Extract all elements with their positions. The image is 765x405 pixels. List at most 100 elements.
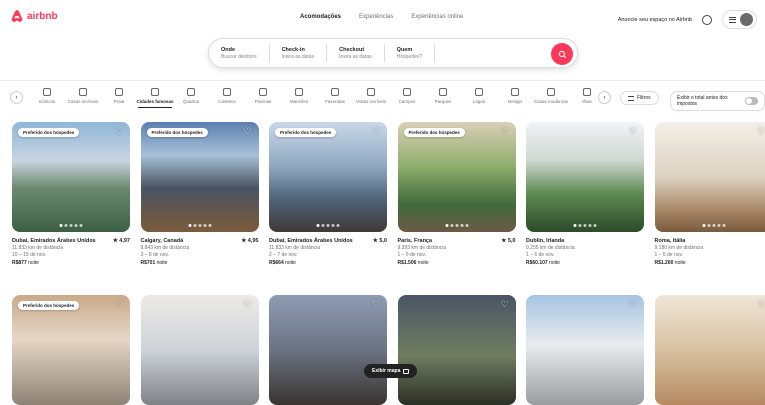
search-field-checkout[interactable]: Checkout Insira as datas — [327, 44, 385, 62]
taxes-toggle-row[interactable]: Exibir o total antes dos impostos — [670, 91, 765, 111]
heart-icon[interactable]: ♡ — [501, 127, 510, 136]
listing-dates: 10 – 15 de nov. — [12, 252, 130, 259]
listing-card[interactable]: Preferido dos hóspedes♡ Dubai, Emirados Á… — [269, 122, 387, 267]
listing-photo[interactable]: ♡ — [269, 295, 387, 405]
listing-title: Calgary, Canadá — [141, 237, 184, 245]
listing-price: R$877 noite — [12, 259, 130, 267]
guest-favorite-badge: Preferido dos hóspedes — [18, 128, 79, 137]
heart-icon[interactable]: ♡ — [758, 127, 765, 136]
top-header: airbnb Acomodações Experiências Experiên… — [0, 0, 765, 38]
heart-icon[interactable]: ♡ — [629, 127, 638, 136]
listing-photo[interactable]: Preferido dos hóspedes♡ — [269, 122, 387, 232]
search-field-label: Onde — [221, 47, 257, 53]
listing-photo[interactable]: ♡ — [655, 295, 765, 405]
listing-photo[interactable]: Preferido dos hóspedes ♡ — [398, 122, 516, 232]
heart-icon[interactable]: ♡ — [758, 300, 765, 309]
heart-icon[interactable]: ♡ — [501, 300, 510, 309]
listing-photo[interactable]: ♡ — [526, 122, 644, 232]
search-button[interactable] — [551, 43, 573, 65]
listing-rating: ★ 5,0 — [501, 237, 515, 245]
listing-photo[interactable]: Preferido dos hóspedes♡ — [141, 122, 259, 232]
category-label: Ilhas — [582, 99, 592, 104]
category-label: Campos — [399, 99, 416, 104]
listing-card[interactable]: ♡ — [526, 295, 644, 405]
category-icon — [475, 88, 483, 96]
taxes-toggle[interactable] — [745, 97, 758, 105]
heart-icon[interactable]: ♡ — [372, 127, 381, 136]
user-menu-button[interactable] — [722, 10, 757, 29]
category-icon — [259, 88, 267, 96]
listing-card[interactable]: Preferido dos hóspedes♡Calgary, Canadá★ … — [141, 122, 259, 267]
listing-card[interactable]: Preferido dos hóspedes ♡ Dubai, Emirados Á… — [12, 122, 130, 267]
listing-title: Paris, França — [398, 237, 433, 245]
listing-info: Paris, França★ 5,09.393 km de distância1… — [398, 237, 516, 267]
listing-price: R$664 noite — [269, 259, 387, 267]
search-field-placeholder: Insira as datas — [282, 54, 315, 60]
map-icon — [403, 369, 409, 374]
show-map-button[interactable]: Exibir mapa — [364, 364, 417, 378]
photo-dots — [317, 224, 340, 227]
category-icon — [367, 88, 375, 96]
listing-price: R$1.506 noite — [398, 259, 516, 267]
listing-dates: 1 – 6 de nov. — [655, 252, 765, 259]
listing-distance: 11.833 km de distância — [12, 245, 130, 252]
listing-photo[interactable]: ♡ — [398, 295, 516, 405]
guest-favorite-badge: Preferido dos hóspedes — [404, 128, 465, 137]
listing-price: R$1.260 noite — [655, 259, 765, 267]
category-next-button[interactable]: › — [598, 91, 611, 104]
listing-distance: 9.255 km de distância — [526, 245, 644, 252]
top-tabs: Acomodações Experiências Experiências on… — [300, 14, 463, 20]
tab-experiences[interactable]: Experiências — [359, 14, 393, 20]
listing-card[interactable]: ♡ — [141, 295, 259, 405]
listing-card[interactable]: ♡ — [655, 295, 765, 405]
chevron-left-icon: ‹ — [16, 95, 18, 101]
listing-photo[interactable]: Preferido dos hóspedes ♡ — [12, 122, 130, 232]
photo-dots — [574, 224, 597, 227]
header-right: Anuncie seu espaço no Airbnb — [618, 10, 757, 29]
listing-card[interactable]: ♡ Roma, Itália9.180 km de distância1 – 6 … — [655, 122, 765, 267]
search-field-label: Checkout — [339, 47, 372, 53]
listing-photo[interactable]: ♡ — [141, 295, 259, 405]
avatar — [740, 13, 753, 26]
heart-icon[interactable]: ♡ — [115, 127, 124, 136]
listing-dates: 1 – 6 de nov. — [398, 252, 516, 259]
listing-info: Dubai, Emirados Árabes Unidos★ 4,9711.83… — [12, 237, 130, 267]
heart-icon[interactable]: ♡ — [244, 300, 253, 309]
category-label: Quartos — [183, 99, 199, 104]
airbnb-logo[interactable]: airbnb — [10, 9, 58, 23]
host-link[interactable]: Anuncie seu espaço no Airbnb — [618, 17, 692, 23]
globe-icon[interactable] — [702, 15, 712, 25]
heart-icon[interactable]: ♡ — [372, 300, 381, 309]
tab-accommodations[interactable]: Acomodações — [300, 14, 341, 20]
listing-dates: 2 – 7 de nov. — [269, 252, 387, 259]
category-label: Mansões — [290, 99, 308, 104]
search-bar[interactable]: Onde Buscar destinos Check-in Insira as … — [208, 38, 578, 68]
listing-card[interactable]: ♡ — [269, 295, 387, 405]
category-icon — [403, 88, 411, 96]
tab-online-experiences[interactable]: Experiências online — [411, 14, 463, 20]
listing-info: Roma, Itália9.180 km de distância1 – 6 d… — [655, 237, 765, 267]
listing-distance: 8.843 km de distância — [141, 245, 259, 252]
listing-photo[interactable]: ♡ — [655, 122, 765, 232]
heart-icon[interactable]: ♡ — [244, 127, 253, 136]
photo-dots — [188, 224, 211, 227]
category-icon — [79, 88, 87, 96]
listing-card[interactable]: ♡Dublin, Irlanda9.255 km de distância1 –… — [526, 122, 644, 267]
listing-card[interactable]: Preferido dos hóspedes ♡ Paris, França ★ 5,… — [398, 122, 516, 267]
listing-title: Dubai, Emirados Árabes Unidos — [269, 237, 353, 245]
filters-label: Filtros — [637, 95, 651, 101]
search-field-guests[interactable]: Quem Hóspedes? — [385, 44, 435, 62]
heart-icon[interactable]: ♡ — [629, 300, 638, 309]
listing-photo[interactable]: Preferido dos hóspedes♡ — [12, 295, 130, 405]
category-label: Fazendas — [325, 99, 345, 104]
listing-card[interactable]: ♡ — [398, 295, 516, 405]
filters-button[interactable]: Filtros — [620, 91, 659, 105]
listing-distance: 9.180 km de distância — [655, 245, 765, 252]
search-field-where[interactable]: Onde Buscar destinos — [209, 44, 270, 62]
map-button-label: Exibir mapa — [372, 368, 400, 374]
category-icon — [439, 88, 447, 96]
listing-photo[interactable]: ♡ — [526, 295, 644, 405]
heart-icon[interactable]: ♡ — [115, 300, 124, 309]
search-field-checkin[interactable]: Check-in Insira as datas — [270, 44, 328, 62]
listing-card[interactable]: Preferido dos hóspedes♡ — [12, 295, 130, 405]
